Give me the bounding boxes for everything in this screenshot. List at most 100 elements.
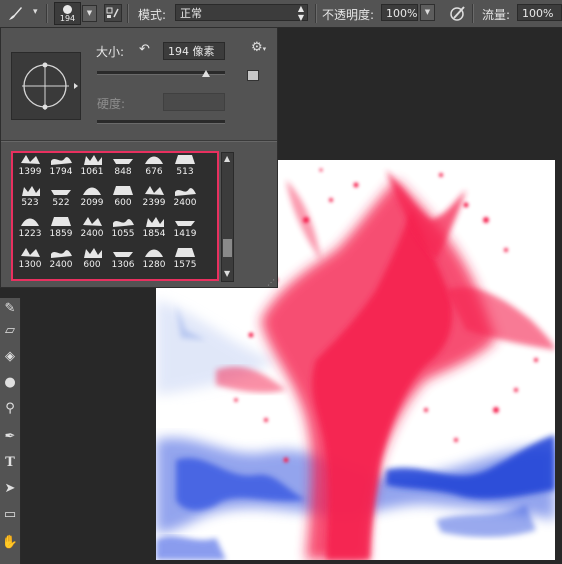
mode-label: 模式:: [138, 8, 167, 22]
tool-preset-arrow-icon[interactable]: ▾: [33, 7, 38, 17]
brush-tip-thumbnail-icon: [83, 187, 101, 195]
resize-grip-icon[interactable]: ⋰: [267, 278, 275, 287]
brush-preset-size: 1280: [142, 260, 166, 270]
brush-preset-size: 2099: [80, 198, 104, 208]
brush-tip-thumbnail-icon: [113, 186, 133, 195]
brush-preset-size: 1223: [18, 229, 42, 239]
brush-tip-thumbnail-icon: [21, 248, 40, 257]
reset-size-icon[interactable]: ↶: [139, 43, 153, 57]
brush-tip-thumbnail-icon: [51, 157, 72, 165]
type-tool-icon[interactable]: T: [1, 454, 19, 472]
brush-preset-item[interactable]: 1280: [139, 244, 169, 274]
brush-tip-thumbnail-icon: [145, 156, 163, 164]
brush-preset-item[interactable]: 1061: [77, 153, 107, 181]
brush-preset-item[interactable]: 1306: [108, 244, 138, 274]
brush-preset-item[interactable]: 1794: [46, 153, 76, 181]
blur-tool-icon[interactable]: ●: [1, 374, 19, 392]
brush-tip-thumbnail-icon: [145, 186, 164, 195]
brush-preset-size: 1300: [18, 260, 42, 270]
brush-preset-size: 676: [145, 167, 163, 177]
scroll-down-arrow-icon[interactable]: ▼: [224, 269, 230, 278]
flow-label: 流量:: [482, 8, 511, 22]
new-preset-icon[interactable]: [247, 70, 259, 81]
options-bar: ▾ 194 ▼ 模式: 正常 ▲ ▼ 不透明度: 100% ▼ 流量: 100%: [0, 0, 562, 28]
brush-preset-item[interactable]: 2399: [139, 182, 169, 212]
brush-preset-size: 1794: [49, 167, 73, 177]
brush-preset-item[interactable]: 1419: [170, 213, 200, 243]
eyedropper-tool-icon[interactable]: ✎: [1, 300, 19, 318]
brush-panel-toggle-icon[interactable]: [104, 4, 122, 22]
rectangle-tool-icon[interactable]: ▭: [1, 506, 19, 524]
brush-size-readout: 194: [59, 14, 76, 23]
eraser-tool-icon[interactable]: ▱: [1, 322, 19, 340]
brush-preset-item[interactable]: 1055: [108, 213, 138, 243]
brush-preset-picker[interactable]: 194: [54, 2, 81, 25]
pressure-opacity-icon[interactable]: [448, 4, 468, 23]
brush-tip-thumbnail-icon: [51, 190, 71, 195]
brush-preset-item[interactable]: 676: [139, 153, 169, 181]
brush-tip-thumbnail-icon: [113, 159, 133, 164]
hardness-input: [163, 93, 225, 111]
brush-preset-item[interactable]: 2400: [46, 244, 76, 274]
brush-preset-item[interactable]: 600: [77, 244, 107, 274]
opacity-input[interactable]: 100%: [381, 4, 418, 21]
brush-preset-item[interactable]: 1223: [15, 213, 45, 243]
pen-tool-icon[interactable]: ✒: [1, 428, 19, 446]
brush-preset-size: 1859: [49, 229, 73, 239]
brush-preset-size: 1575: [173, 260, 197, 270]
brush-tip-thumbnail-icon: [146, 217, 164, 227]
brush-preset-size: 848: [114, 167, 132, 177]
brush-preset-item[interactable]: 848: [108, 153, 138, 181]
brush-preset-dropdown[interactable]: ▼: [82, 5, 97, 22]
scroll-up-arrow-icon[interactable]: ▲: [224, 154, 230, 163]
size-slider-thumb[interactable]: [201, 70, 210, 77]
brush-preset-item[interactable]: 1399: [15, 153, 45, 181]
blend-mode-value: 正常: [180, 7, 202, 20]
brush-preset-size: 2400: [49, 260, 73, 270]
size-input[interactable]: 194 像素: [163, 42, 225, 60]
brush-preset-size: 1854: [142, 229, 166, 239]
panel-settings-gear-icon[interactable]: ⚙▾: [251, 40, 266, 55]
brush-preset-grid: 1399 1794 1061 848 676 513 523 522 2099 600 2399 24…: [11, 151, 219, 281]
flow-input[interactable]: 100%: [517, 4, 562, 21]
brush-preset-item[interactable]: 2400: [170, 182, 200, 212]
brush-preset-item[interactable]: 600: [108, 182, 138, 212]
brush-preset-size: 600: [83, 260, 101, 270]
preset-list-scrollbar[interactable]: ▲ ▼: [221, 152, 234, 282]
brush-tip-thumbnail-icon: [175, 155, 195, 164]
brush-preset-item[interactable]: 522: [46, 182, 76, 212]
panel-divider: [1, 140, 277, 142]
brush-preset-item[interactable]: 2400: [77, 213, 107, 243]
opacity-dropdown[interactable]: ▼: [420, 4, 435, 21]
brush-preset-item[interactable]: 1854: [139, 213, 169, 243]
brush-preset-size: 2400: [173, 198, 197, 208]
brush-preset-item[interactable]: 2099: [77, 182, 107, 212]
brush-tip-thumbnail-icon: [51, 217, 71, 226]
brush-preset-size: 1419: [173, 229, 197, 239]
brush-preset-size: 2400: [80, 229, 104, 239]
brush-tip-thumbnail-icon: [175, 248, 195, 257]
brush-preset-size: 2399: [142, 198, 166, 208]
brush-preset-item[interactable]: 1300: [15, 244, 45, 274]
brush-preset-item[interactable]: 523: [15, 182, 45, 212]
dodge-tool-icon[interactable]: ⚲: [1, 400, 19, 418]
tools-panel: ✎ ▱ ◈ ● ⚲ ✒ T ➤ ▭ ✋: [0, 298, 21, 564]
brush-preset-size: 513: [176, 167, 194, 177]
brush-tip-thumbnail-icon: [113, 219, 134, 227]
updown-arrows-icon: ▲ ▼: [297, 4, 304, 22]
brush-tip-thumbnail-icon: [22, 186, 40, 196]
brush-tool-icon[interactable]: [6, 4, 24, 22]
brush-tip-thumbnail-icon: [175, 188, 196, 196]
brush-preset-item[interactable]: 1859: [46, 213, 76, 243]
paint-bucket-tool-icon[interactable]: ◈: [1, 348, 19, 366]
brush-preset-item[interactable]: 513: [170, 153, 200, 181]
brush-preset-size: 523: [21, 198, 39, 208]
brush-preset-size: 1055: [111, 229, 135, 239]
path-selection-tool-icon[interactable]: ➤: [1, 480, 19, 498]
brush-tip-thumbnail-icon: [84, 155, 102, 165]
blend-mode-select[interactable]: 正常 ▲ ▼: [175, 4, 308, 22]
hand-tool-icon[interactable]: ✋: [1, 534, 19, 552]
brush-preset-item[interactable]: 1575: [170, 244, 200, 274]
scrollbar-thumb[interactable]: [223, 239, 232, 257]
brush-preset-size: 522: [52, 198, 70, 208]
